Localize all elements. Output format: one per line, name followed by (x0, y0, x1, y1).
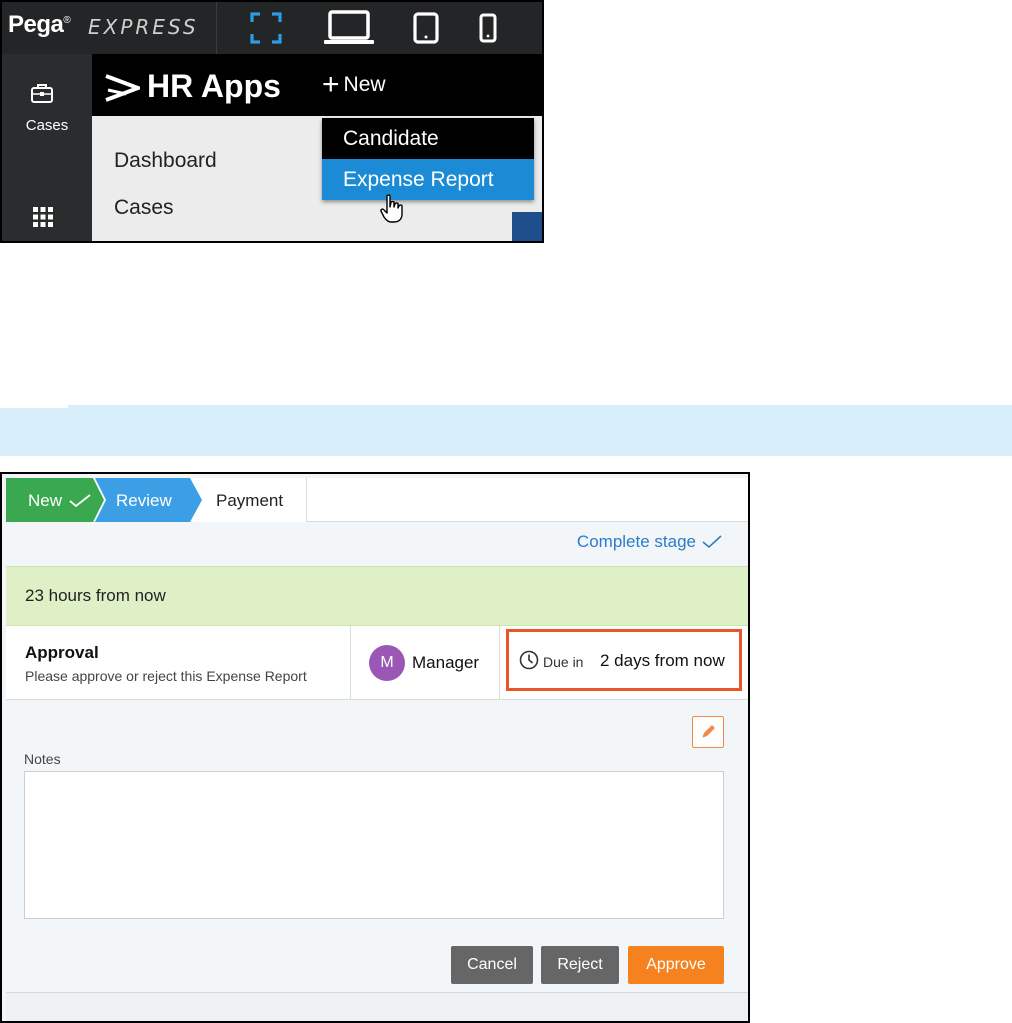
approve-button[interactable]: Approve (628, 946, 724, 984)
stage-new-label: New (28, 491, 63, 510)
notes-label: Notes (24, 751, 61, 767)
app-header: HR Apps + New (92, 54, 542, 116)
phone-icon[interactable] (478, 13, 498, 43)
edit-button[interactable] (692, 716, 724, 748)
stage-payment-label: Payment (216, 491, 284, 510)
stage-chevron-bar: New Review Payment (6, 478, 748, 522)
sla-text: 23 hours from now (25, 586, 166, 605)
logo-registered-mark: ® (63, 15, 71, 26)
laptop-icon[interactable] (322, 8, 376, 48)
pega-logo: Pega® (8, 11, 71, 39)
assignment-description: Please approve or reject this Expense Re… (25, 668, 307, 684)
complete-stage-label: Complete stage (576, 532, 696, 551)
sla-banner: 23 hours from now (6, 566, 748, 626)
new-button-label: New (343, 73, 386, 96)
tablet-icon[interactable] (412, 12, 440, 44)
due-label: Due in (543, 654, 584, 670)
column-divider (499, 626, 500, 700)
logo-text: Pega (8, 11, 64, 38)
menu-item-expense-report[interactable]: Expense Report (322, 159, 534, 200)
cancel-button[interactable]: Cancel (451, 946, 533, 984)
complete-stage-link[interactable]: Complete stage (577, 532, 722, 552)
app-title: HR Apps (147, 68, 281, 104)
product-name: EXPRESS (88, 15, 199, 39)
pencil-icon (702, 725, 715, 738)
hand-pointer-icon (380, 194, 403, 223)
checkmark-icon (69, 494, 91, 508)
nav-item-cases[interactable]: Cases (114, 196, 174, 220)
due-date-highlight: Due in 2 days from now (506, 629, 742, 691)
stage-review-label: Review (116, 491, 172, 510)
briefcase-icon[interactable] (30, 82, 54, 104)
due-value: 2 days from now (600, 651, 725, 670)
checkmark-icon (702, 535, 722, 549)
assignment-row: Approval Please approve or reject this E… (6, 626, 748, 700)
reject-button[interactable]: Reject (541, 946, 619, 984)
new-button[interactable]: + New (322, 68, 386, 101)
notes-field[interactable] (24, 771, 724, 919)
nav-item-dashboard[interactable]: Dashboard (114, 149, 217, 173)
app-grid-icon[interactable] (32, 206, 54, 228)
fullscreen-icon[interactable] (248, 10, 284, 46)
clock-icon (519, 650, 539, 670)
note-bar (0, 405, 1012, 456)
assignment-title: Approval (25, 643, 99, 662)
top-bar: Pega® EXPRESS (2, 2, 542, 54)
footer-bar (6, 992, 748, 1021)
note-bar-tab (0, 405, 68, 408)
new-case-menu: Candidate Expense Report (322, 118, 534, 200)
left-sidebar: Cases (2, 54, 92, 241)
assignee-name: Manager (412, 653, 480, 672)
plus-icon: + (322, 68, 340, 101)
content-edge (512, 212, 542, 241)
topbar-divider (216, 2, 217, 54)
sidebar-item-cases[interactable]: Cases (2, 117, 92, 134)
case-screenshot: New Review Payment Complete stage 23 hou… (0, 472, 750, 1023)
app-logo-icon (105, 74, 140, 102)
column-divider (350, 626, 351, 700)
menu-item-candidate[interactable]: Candidate (322, 118, 534, 159)
pega-express-screenshot: Pega® EXPRESS Cases HR Apps + New Dashbo… (0, 0, 544, 243)
avatar: M (369, 645, 405, 681)
